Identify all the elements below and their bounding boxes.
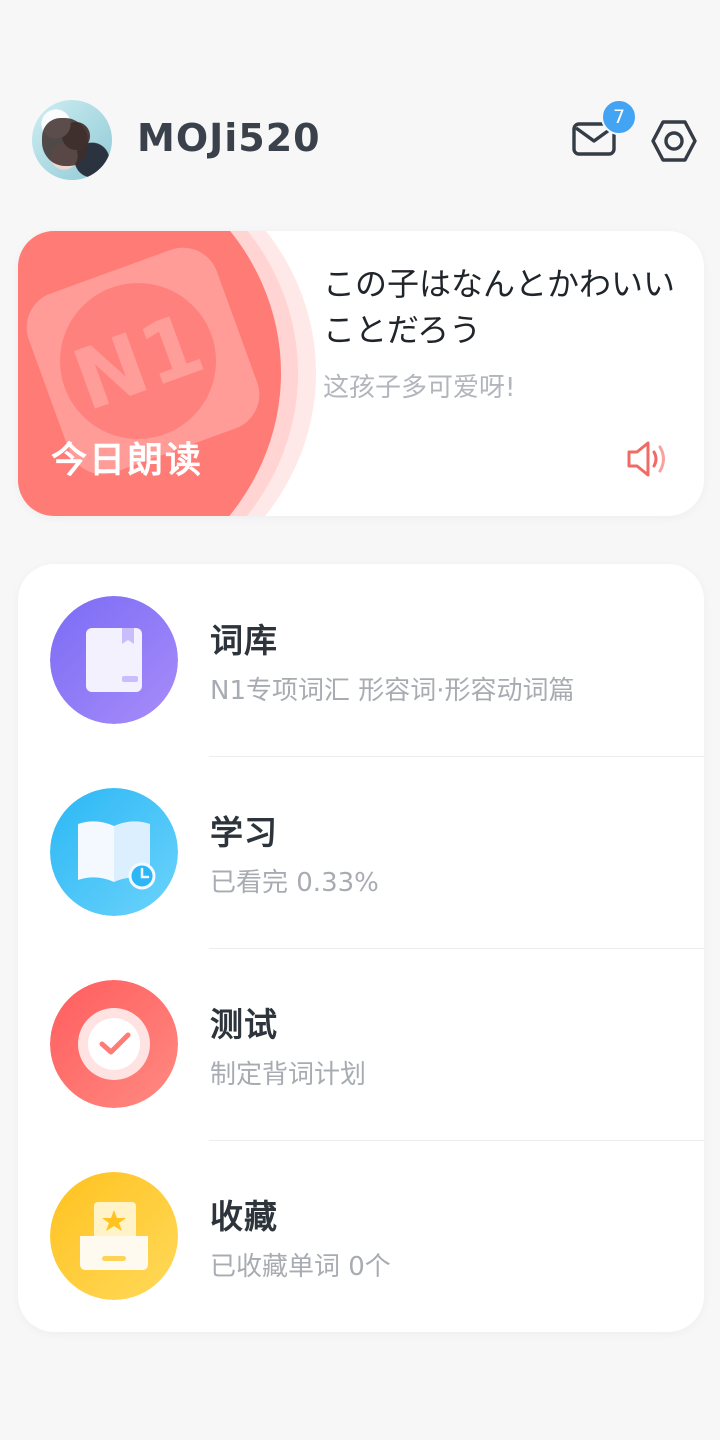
menu-item-title: 词库 (210, 621, 278, 660)
username[interactable]: MOJi520 (137, 116, 321, 160)
menu-item-subtitle: 制定背词计划 (210, 1060, 367, 1090)
avatar[interactable] (32, 100, 112, 180)
menu-item-favorites[interactable]: 收藏 已收藏单词 0个 (18, 1140, 704, 1332)
menu-item-vocabulary[interactable]: 词库 N1专项词汇 形容词·形容动词篇 (18, 564, 704, 756)
menu-card: 词库 N1专项词汇 形容词·形容动词篇 学习 已看完 0.33% 测试 制定背词… (18, 564, 704, 1332)
menu-item-study[interactable]: 学习 已看完 0.33% (18, 756, 704, 948)
menu-item-test[interactable]: 测试 制定背词计划 (18, 948, 704, 1140)
settings-icon[interactable] (651, 118, 697, 164)
menu-item-title: 测试 (210, 1005, 278, 1044)
daily-reading-label: 今日朗读 (51, 440, 204, 481)
menu-item-title: 收藏 (210, 1197, 278, 1236)
check-target-icon (50, 980, 178, 1108)
book-icon (50, 596, 178, 724)
profile-header: MOJi520 7 (0, 96, 720, 186)
japanese-sentence: この子はなんとかわいいことだろう (323, 265, 676, 349)
speaker-icon[interactable] (626, 439, 670, 479)
daily-reading-card[interactable]: N1 今日朗读 この子はなんとかわいいことだろう 这孩子多可爱呀! (18, 231, 704, 516)
menu-item-subtitle: 已看完 0.33% (210, 868, 379, 898)
open-book-clock-icon (50, 788, 178, 916)
menu-item-subtitle: N1专项词汇 形容词·形容动词篇 (210, 676, 575, 706)
star-box-icon (50, 1172, 178, 1300)
mail-badge: 7 (601, 99, 637, 135)
menu-item-title: 学习 (210, 813, 278, 852)
chinese-translation: 这孩子多可爱呀! (323, 373, 516, 403)
menu-item-subtitle: 已收藏单词 0个 (210, 1252, 391, 1282)
